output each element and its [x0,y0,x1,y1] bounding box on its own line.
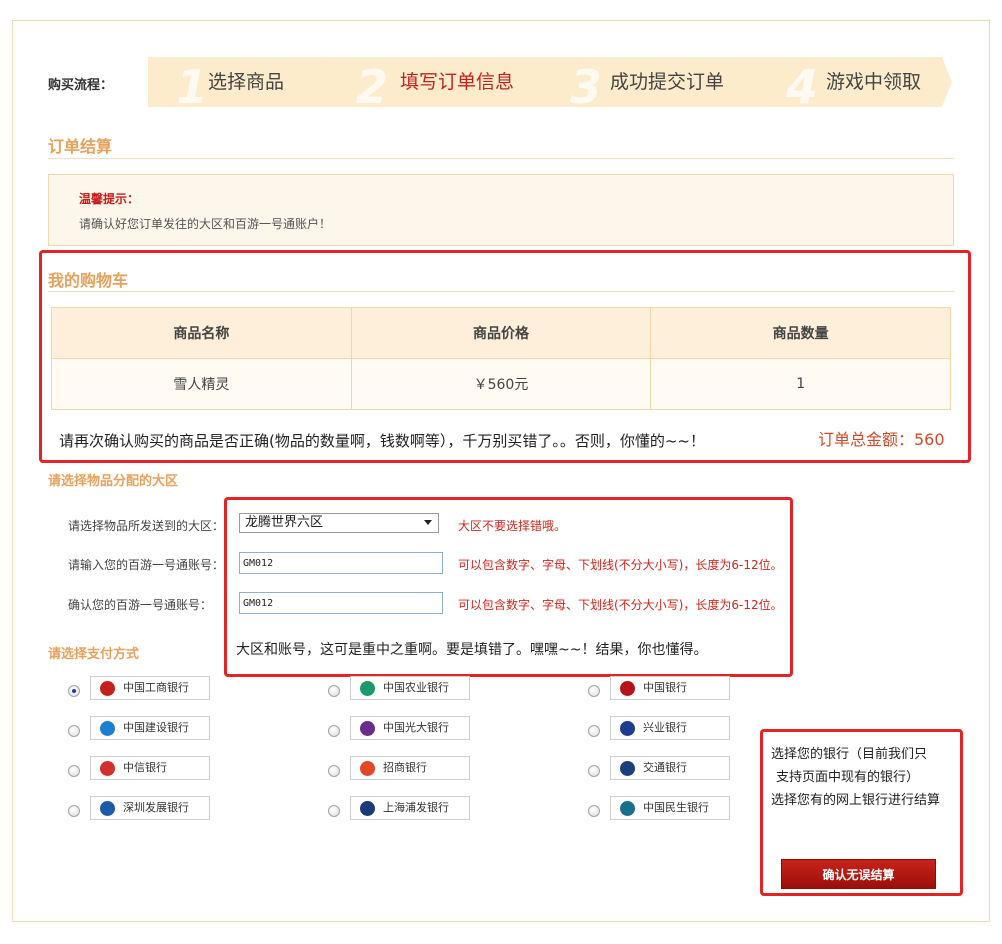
server-hint: 大区不要选择错哦。 [458,519,567,533]
bank-option[interactable]: 中国农业银行 [350,676,470,700]
tips-text: 请确认好您订单发往的大区和百游一号通账户！ [79,217,332,231]
bank-name: 中信银行 [123,761,167,774]
step-4-number: 4 [786,60,819,114]
bank-name: 深圳发展银行 [123,801,189,814]
bank-name: 中国农业银行 [383,681,449,694]
spdb-icon [360,801,375,816]
confirm-account-label: 确认您的百游一号通账号： [68,598,213,612]
bank-option[interactable]: 中国民生银行 [610,796,730,820]
bank-name: 中国民生银行 [643,801,709,814]
step-3-number: 3 [570,60,603,114]
cart-note: 请再次确认购买的商品是否正确(物品的数量啊，钱数啊等），千万别买错了。。否则，你… [59,432,705,450]
bank-radio[interactable] [68,725,80,737]
bank-option[interactable]: 兴业银行 [610,716,730,740]
chevron-down-icon [424,520,432,525]
bank-option[interactable]: 中信银行 [90,756,210,780]
step-1-label: 选择商品 [208,71,285,93]
step-3: 3 成功提交订单 [540,57,776,112]
bocom-icon [620,761,635,776]
confirm-checkout-button[interactable]: 确认无误结算 [781,859,936,889]
table-row: 雪人精灵 ￥560元 1 [51,358,951,410]
bank-option[interactable]: 中国银行 [610,676,730,700]
cmb-icon [360,761,375,776]
step-2: 2 填写订单信息 [326,57,562,112]
server-label: 请选择物品所发送到的大区： [68,519,225,533]
bank-radio[interactable] [328,725,340,737]
bank-radio[interactable] [68,685,80,697]
account-hint: 可以包含数字、字母、下划线(不分大小写)，长度为6-12位。 [458,558,783,572]
server-select[interactable]: 龙腾世界六区 [239,513,439,533]
step-4: 4 游戏中领取 [754,57,952,112]
step-1-number: 1 [176,60,209,114]
cmbc-icon [620,801,635,816]
bank-option[interactable]: 中国光大银行 [350,716,470,740]
step-2-label: 填写订单信息 [400,71,515,93]
step-4-label: 游戏中领取 [826,71,922,93]
ccb-icon [100,721,115,736]
boc-icon [620,681,635,696]
ceb-icon [360,721,375,736]
sdb-icon [100,801,115,816]
item-price: ￥560元 [350,358,652,410]
order-total: 订单总金额：560 [818,430,945,449]
server-select-value: 龙腾世界六区 [245,515,324,530]
bank-option[interactable]: 交通银行 [610,756,730,780]
confirm-account-input[interactable] [239,592,443,614]
bank-name: 中国建设银行 [123,721,189,734]
process-label: 购买流程： [48,78,114,93]
bank-option[interactable]: 中国工商银行 [90,676,210,700]
cart-table: 商品名称 商品价格 商品数量 雪人精灵 ￥560元 1 [51,307,951,410]
bank-radio[interactable] [328,765,340,777]
step-3-label: 成功提交订单 [610,71,725,93]
account-input[interactable] [239,552,443,574]
bank-name: 兴业银行 [643,721,687,734]
bank-name: 招商银行 [383,761,427,774]
cart-table-header: 商品名称 商品价格 商品数量 [51,307,951,359]
bank-name: 中国工商银行 [123,681,189,694]
icbc-icon [100,681,115,696]
bank-radio[interactable] [588,725,600,737]
column-header-price: 商品价格 [350,307,652,359]
bank-radio[interactable] [588,805,600,817]
region-note: 大区和账号，这可是重中之重啊。要是填错了。嘿嘿~~！结果，你也懂得。 [236,642,708,658]
region-section-title: 请选择物品分配的大区 [48,474,179,489]
bank-option[interactable]: 招商银行 [350,756,470,780]
item-name: 雪人精灵 [51,358,352,410]
order-section-title: 订单结算 [48,137,113,156]
bank-radio[interactable] [328,805,340,817]
payment-section-title: 请选择支付方式 [48,647,140,662]
bank-radio[interactable] [328,685,340,697]
column-header-quantity: 商品数量 [650,307,951,359]
bank-note-line-2: 支持页面中现有的银行） [776,770,920,785]
bank-name: 交通银行 [643,761,687,774]
confirm-account-hint: 可以包含数字、字母、下划线(不分大小写)，长度为6-12位。 [458,598,783,612]
divider [48,291,954,292]
bank-option[interactable]: 深圳发展银行 [90,796,210,820]
bank-name: 上海浦发银行 [383,801,449,814]
cart-title: 我的购物车 [48,271,129,290]
citic-icon [100,761,115,776]
tips-box: 温馨提示： 请确认好您订单发往的大区和百游一号通账户！ [48,174,954,246]
step-1: 1 选择商品 [148,57,348,112]
bank-note-line-3: 选择您有的网上银行进行结算 [771,793,941,808]
bank-radio[interactable] [68,765,80,777]
bank-radio[interactable] [588,765,600,777]
bank-option[interactable]: 中国建设银行 [90,716,210,740]
abc-icon [360,681,375,696]
account-label: 请输入您的百游一号通账号： [68,558,225,572]
bank-radio[interactable] [68,805,80,817]
item-quantity: 1 [650,358,951,410]
bank-note-line-1: 选择您的银行（目前我们只 [771,747,928,762]
bank-option[interactable]: 上海浦发银行 [350,796,470,820]
bank-name: 中国光大银行 [383,721,449,734]
column-header-name: 商品名称 [51,307,352,359]
divider [48,158,954,159]
cib-icon [620,721,635,736]
bank-radio[interactable] [588,685,600,697]
tips-title: 温馨提示： [79,192,140,206]
step-2-number: 2 [356,60,389,114]
bank-name: 中国银行 [643,681,687,694]
process-steps: 1 选择商品 2 填写订单信息 3 成功提交订单 4 游戏中领取 [148,57,952,112]
